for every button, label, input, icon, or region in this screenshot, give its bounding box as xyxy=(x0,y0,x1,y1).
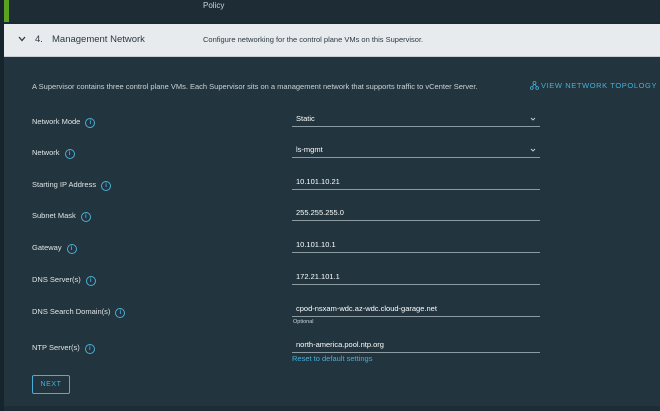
management-network-panel: A Supervisor contains three control plan… xyxy=(4,57,660,411)
subnet-mask-value: 255.255.255.0 xyxy=(296,208,344,217)
network-mode-label-text: Network Mode xyxy=(32,117,81,126)
starting-ip-input[interactable]: 10.101.10.21 xyxy=(292,176,540,190)
reset-default-link[interactable]: Reset to default settings xyxy=(292,354,372,363)
dns-servers-input[interactable]: 172.21.101.1 xyxy=(292,271,540,285)
dns-search-value: cpod-nsxam-wdc.az-wdc.cloud-garage.net xyxy=(296,304,437,313)
intro-text: A Supervisor contains three control plan… xyxy=(32,82,478,91)
dns-search-label-text: DNS Search Domain(s) xyxy=(32,307,111,316)
network-label: Network i xyxy=(32,148,75,159)
step-number: 4. xyxy=(35,34,43,45)
info-icon[interactable]: i xyxy=(66,244,77,254)
subnet-mask-label: Subnet Mask i xyxy=(32,211,91,222)
step-status-bar xyxy=(4,0,9,22)
subnet-mask-input[interactable]: 255.255.255.0 xyxy=(292,207,540,221)
starting-ip-value: 10.101.10.21 xyxy=(296,177,340,186)
info-icon[interactable]: i xyxy=(64,149,75,159)
view-network-topology-link[interactable]: VIEW NETWORK TOPOLOGY xyxy=(529,81,658,90)
previous-step-text: Policy xyxy=(203,1,225,10)
step-description: Configure networking for the control pla… xyxy=(203,35,424,44)
gateway-input[interactable]: 10.101.10.1 xyxy=(292,239,540,253)
network-select[interactable]: ls-mgmt xyxy=(292,144,540,158)
step-header[interactable]: 4. Management Network Configure networki… xyxy=(4,24,660,57)
view-network-topology-label: VIEW NETWORK TOPOLOGY xyxy=(541,81,658,90)
info-icon[interactable]: i xyxy=(80,212,91,222)
dns-servers-value: 172.21.101.1 xyxy=(296,272,340,281)
next-button[interactable]: NEXT xyxy=(32,375,70,394)
caret-down-icon xyxy=(530,117,536,121)
ntp-servers-label-text: NTP Server(s) xyxy=(32,343,80,352)
network-mode-label: Network Mode i xyxy=(32,117,96,128)
network-topology-icon xyxy=(529,81,539,90)
dns-servers-label-text: DNS Server(s) xyxy=(32,275,81,284)
gateway-label: Gateway i xyxy=(32,243,77,254)
info-icon[interactable]: i xyxy=(85,276,96,286)
info-icon[interactable]: i xyxy=(101,181,112,191)
dns-search-label: DNS Search Domain(s) i xyxy=(32,307,126,318)
starting-ip-label-text: Starting IP Address xyxy=(32,180,97,189)
bottom-strip xyxy=(4,406,660,411)
ntp-servers-input[interactable]: north-america.pool.ntp.org xyxy=(292,339,540,353)
dns-search-input[interactable]: cpod-nsxam-wdc.az-wdc.cloud-garage.net xyxy=(292,303,540,317)
gateway-value: 10.101.10.1 xyxy=(296,240,336,249)
info-icon[interactable]: i xyxy=(115,308,126,318)
caret-down-icon xyxy=(530,148,536,152)
gateway-label-text: Gateway xyxy=(32,243,62,252)
step-title: Management Network xyxy=(52,34,145,45)
ntp-servers-value: north-america.pool.ntp.org xyxy=(296,340,384,349)
network-label-text: Network xyxy=(32,148,60,157)
subnet-mask-label-text: Subnet Mask xyxy=(32,211,76,220)
chevron-down-icon[interactable] xyxy=(17,34,27,44)
ntp-servers-label: NTP Server(s) i xyxy=(32,343,95,354)
info-icon[interactable]: i xyxy=(84,344,95,354)
network-value: ls-mgmt xyxy=(296,145,323,154)
dns-servers-label: DNS Server(s) i xyxy=(32,275,96,286)
starting-ip-label: Starting IP Address i xyxy=(32,180,112,191)
network-mode-value: Static xyxy=(296,114,315,123)
dns-search-hint: Optional xyxy=(293,319,314,325)
network-mode-select[interactable]: Static xyxy=(292,113,540,127)
info-icon[interactable]: i xyxy=(85,118,96,128)
previous-step-strip: Policy xyxy=(4,0,660,22)
